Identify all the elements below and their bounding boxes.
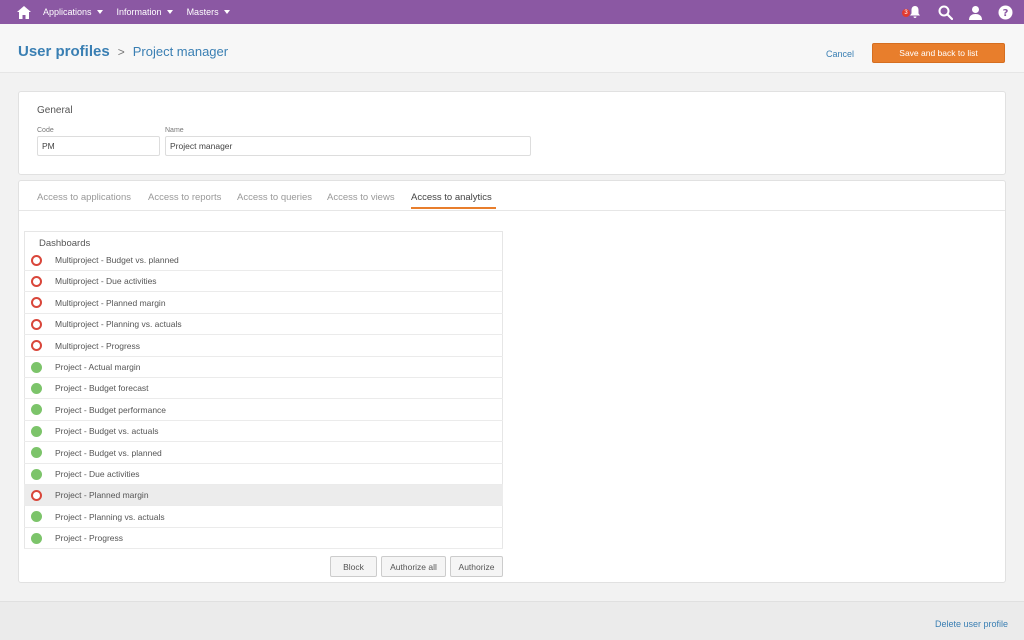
breadcrumb: User profiles > Project manager [18,43,228,60]
list-item[interactable]: Project - Actual margin [24,357,503,378]
save-and-back-button[interactable]: Save and back to list [872,43,1005,63]
list-item[interactable]: Project - Planned margin [24,485,503,507]
blocked-status-icon [31,489,42,501]
list-item-label: Project - Planned margin [55,490,149,501]
page-footer: Delete user profile [0,601,1024,640]
top-right-tools: 3 ? [894,0,1014,24]
notification-icon[interactable]: 3 [902,3,924,21]
code-label: Code [37,127,54,134]
list-item-label: Project - Due activities [55,469,140,479]
list-item[interactable]: Project - Budget vs. actuals [24,421,503,443]
caret-down-icon [96,10,103,14]
authorized-status-icon [31,447,42,459]
menu-label: Applications [43,7,92,17]
cancel-button[interactable]: Cancel [826,49,854,59]
svg-text:?: ? [1002,8,1008,19]
authorized-status-icon [31,404,42,416]
caret-down-icon [166,10,173,14]
active-tab-indicator [411,207,496,209]
authorized-status-icon [31,361,42,373]
list-item[interactable]: Multiproject - Planned margin [24,293,503,314]
general-section: General Code PM Name Project manager [18,91,1006,175]
list-item-label: Project - Planning vs. actuals [55,511,165,522]
tab-access-queries[interactable]: Access to queries [237,192,312,203]
home-icon[interactable] [17,4,33,20]
block-button[interactable]: Block [330,556,377,577]
search-icon[interactable] [936,3,954,21]
tab-bar: Access to applications Access to reports… [19,181,1005,211]
list-item[interactable]: Project - Progress [24,528,503,550]
blocked-status-icon [31,340,42,352]
user-icon[interactable] [966,3,984,21]
section-title: General [37,105,73,116]
blocked-status-icon [31,297,42,309]
notification-badge: 3 [902,9,910,17]
breadcrumb-separator: > [117,45,125,59]
list-item-label: Multiproject - Planned margin [55,297,166,308]
authorized-status-icon [31,532,42,544]
tab-access-analytics[interactable]: Access to analytics [411,192,492,203]
list-item-label: Project - Budget forecast [55,383,149,394]
menu-applications[interactable]: Applications [43,7,103,17]
list-item-label: Multiproject - Progress [55,340,141,351]
authorized-status-icon [31,382,42,394]
blocked-status-icon [31,254,42,266]
menu-masters[interactable]: Masters [187,7,230,17]
list-item[interactable]: Project - Due activities [24,464,503,485]
blocked-status-icon [31,318,42,330]
list-item[interactable]: Multiproject - Budget vs. planned [24,250,503,271]
list-item[interactable]: Project - Budget performance [24,400,503,421]
list-item-label: Project - Budget vs. actuals [55,426,159,437]
list-item[interactable]: Multiproject - Planning vs. actuals [24,314,503,336]
list-item[interactable]: Project - Budget forecast [24,378,503,400]
list-item-label: Project - Budget vs. planned [55,447,162,458]
name-label: Name [165,127,184,134]
list-item[interactable]: Project - Planning vs. actuals [24,507,503,528]
code-field[interactable]: PM [37,136,160,156]
tab-access-applications[interactable]: Access to applications [37,192,131,203]
authorized-status-icon [31,511,42,523]
list-item-label: Multiproject - Due activities [55,276,157,287]
list-item[interactable]: Project - Budget vs. planned [24,443,503,464]
tab-access-reports[interactable]: Access to reports [148,192,221,203]
list-item[interactable]: Multiproject - Due activities [24,271,503,293]
dashboards-title: Dashboards [39,238,91,249]
help-icon[interactable]: ? [996,3,1014,21]
page-title[interactable]: User profiles [18,43,110,60]
authorized-status-icon [31,468,42,480]
caret-down-icon [223,10,230,14]
authorized-status-icon [31,425,42,437]
blocked-status-icon [31,275,42,287]
authorize-button[interactable]: Authorize [450,556,503,577]
list-item-label: Multiproject - Budget vs. planned [55,255,179,265]
menu-label: Masters [186,7,219,17]
menu-label: Information [116,7,162,17]
list-item-label: Multiproject - Planning vs. actuals [55,319,182,330]
access-section: Access to applications Access to reports… [18,180,1006,583]
authorize-all-button[interactable]: Authorize all [381,556,446,577]
menu-information[interactable]: Information [117,7,173,17]
page-subtitle: Project manager [132,44,229,59]
list-item-label: Project - Progress [55,533,124,544]
page-header: User profiles > Project manager Cancel S… [0,24,1024,73]
delete-user-profile-link[interactable]: Delete user profile [935,619,1008,629]
list-item[interactable]: Multiproject - Progress [24,336,503,357]
top-navigation-bar: Applications Information Masters 3 ? [0,0,1024,24]
list-item-label: Project - Budget performance [55,404,167,415]
list-item-label: Project - Actual margin [55,362,141,372]
tab-access-views[interactable]: Access to views [327,192,395,203]
name-field[interactable]: Project manager [165,136,531,156]
